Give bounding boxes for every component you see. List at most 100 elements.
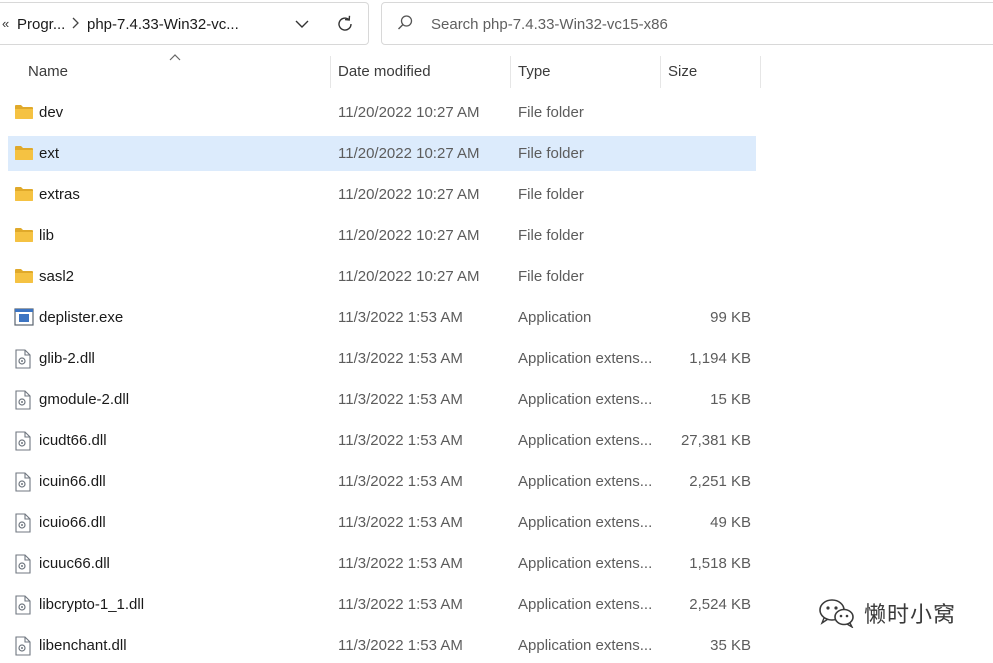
- folder-icon: [14, 103, 34, 123]
- file-name: dev: [39, 104, 64, 121]
- file-date-modified: 11/20/2022 10:27 AM: [338, 104, 480, 121]
- breadcrumb-item-current-folder[interactable]: php-7.4.33-Win32-vc...: [87, 16, 239, 33]
- file-date-modified: 11/3/2022 1:53 AM: [338, 596, 463, 613]
- file-name: glib-2.dll: [39, 350, 95, 367]
- file-row[interactable]: libenchant.dll 11/3/2022 1:53 AM Applicati…: [8, 628, 756, 663]
- file-date-modified: 11/3/2022 1:53 AM: [338, 309, 463, 326]
- file-date-modified: 11/20/2022 10:27 AM: [338, 268, 480, 285]
- file-row[interactable]: libcrypto-1_1.dll 11/3/2022 1:53 AM Applic…: [8, 587, 756, 622]
- file-row[interactable]: dev 11/20/2022 10:27 AM File folder: [8, 95, 756, 130]
- file-name: extras: [39, 186, 80, 203]
- file-size: 1,518 KB: [689, 555, 751, 572]
- dll-file-icon: [14, 513, 34, 533]
- file-row[interactable]: icuin66.dll 11/3/2022 1:53 AM Application …: [8, 464, 756, 499]
- watermark: 懒时小窝: [818, 597, 956, 629]
- file-type: File folder: [518, 268, 584, 285]
- file-type: File folder: [518, 227, 584, 244]
- file-size: 99 KB: [710, 309, 751, 326]
- column-divider[interactable]: [760, 56, 761, 88]
- dll-file-icon: [14, 431, 34, 451]
- file-name: icuuc66.dll: [39, 555, 110, 572]
- file-type: Application extens...: [518, 596, 653, 613]
- file-name: gmodule-2.dll: [39, 391, 130, 408]
- file-type: Application extens...: [518, 473, 653, 490]
- file-size: 15 KB: [710, 391, 751, 408]
- file-row[interactable]: lib 11/20/2022 10:27 AM File folder: [8, 218, 756, 253]
- file-size: 49 KB: [710, 514, 751, 531]
- file-name: lib: [39, 227, 55, 244]
- file-date-modified: 11/20/2022 10:27 AM: [338, 227, 480, 244]
- file-name: libcrypto-1_1.dll: [39, 596, 145, 613]
- dll-file-icon: [14, 349, 34, 369]
- address-bar[interactable]: « Progr... php-7.4.33-Win32-vc...: [0, 2, 369, 45]
- column-header-date-label: Date modified: [338, 62, 431, 80]
- file-row[interactable]: glib-2.dll 11/3/2022 1:53 AM Application e…: [8, 341, 756, 376]
- file-type: Application extens...: [518, 637, 653, 654]
- file-size: 35 KB: [710, 637, 751, 654]
- file-date-modified: 11/3/2022 1:53 AM: [338, 637, 463, 654]
- file-name: deplister.exe: [39, 309, 124, 326]
- folder-icon: [14, 144, 34, 164]
- file-row[interactable]: deplister.exe 11/3/2022 1:53 AM Applicatio…: [8, 300, 756, 335]
- column-header-name-label: Name: [28, 62, 69, 80]
- file-row[interactable]: sasl2 11/20/2022 10:27 AM File folder: [8, 259, 756, 294]
- dll-file-icon: [14, 554, 34, 574]
- column-divider[interactable]: [510, 56, 511, 88]
- search-box[interactable]: Search php-7.4.33-Win32-vc15-x86: [381, 2, 993, 45]
- file-name: sasl2: [39, 268, 75, 285]
- breadcrumb-overflow-button[interactable]: «: [2, 16, 9, 31]
- breadcrumb-item-programs[interactable]: Progr...: [17, 16, 65, 33]
- file-date-modified: 11/3/2022 1:53 AM: [338, 555, 463, 572]
- dll-file-icon: [14, 595, 34, 615]
- breadcrumb-separator-icon[interactable]: [70, 15, 80, 34]
- folder-icon: [14, 226, 34, 246]
- dll-file-icon: [14, 472, 34, 492]
- file-size: 2,524 KB: [689, 596, 751, 613]
- file-type: File folder: [518, 186, 584, 203]
- chevron-down-icon[interactable]: [289, 11, 315, 37]
- column-divider[interactable]: [660, 56, 661, 88]
- file-date-modified: 11/20/2022 10:27 AM: [338, 186, 480, 203]
- refresh-icon[interactable]: [332, 11, 358, 37]
- file-name: icudt66.dll: [39, 432, 107, 449]
- search-icon: [396, 14, 414, 37]
- folder-icon: [14, 185, 34, 205]
- file-row[interactable]: ext 11/20/2022 10:27 AM File folder: [8, 136, 756, 171]
- file-date-modified: 11/3/2022 1:53 AM: [338, 473, 463, 490]
- file-row[interactable]: icudt66.dll 11/3/2022 1:53 AM Application …: [8, 423, 756, 458]
- file-type: Application extens...: [518, 350, 653, 367]
- wechat-icon: [819, 599, 854, 628]
- column-header-name[interactable]: Name: [28, 52, 328, 90]
- file-type: Application extens...: [518, 391, 653, 408]
- watermark-text: 懒时小窝: [864, 603, 957, 628]
- file-date-modified: 11/3/2022 1:53 AM: [338, 350, 463, 367]
- dll-file-icon: [14, 390, 34, 410]
- file-type: Application: [518, 309, 592, 326]
- search-input[interactable]: Search php-7.4.33-Win32-vc15-x86: [431, 16, 668, 33]
- file-row[interactable]: gmodule-2.dll 11/3/2022 1:53 AM Applicatio…: [8, 382, 756, 417]
- column-header-size[interactable]: Size: [668, 52, 758, 90]
- file-type: File folder: [518, 104, 584, 121]
- file-name: icuio66.dll: [39, 514, 106, 531]
- file-size: 2,251 KB: [689, 473, 751, 490]
- file-name: ext: [39, 145, 60, 162]
- file-date-modified: 11/20/2022 10:27 AM: [338, 145, 480, 162]
- column-header-type[interactable]: Type: [518, 52, 658, 90]
- file-name: libenchant.dll: [39, 637, 127, 654]
- folder-icon: [14, 267, 34, 287]
- file-row[interactable]: extras 11/20/2022 10:27 AM File folder: [8, 177, 756, 212]
- file-size: 27,381 KB: [680, 432, 751, 449]
- column-header-type-label: Type: [518, 62, 551, 80]
- dll-file-icon: [14, 636, 34, 656]
- file-date-modified: 11/3/2022 1:53 AM: [338, 432, 463, 449]
- file-size: 1,194 KB: [689, 350, 751, 367]
- file-date-modified: 11/3/2022 1:53 AM: [338, 514, 463, 531]
- file-date-modified: 11/3/2022 1:53 AM: [338, 391, 463, 408]
- column-header-size-label: Size: [668, 62, 698, 80]
- file-type: Application extens...: [518, 555, 653, 572]
- column-header-date-modified[interactable]: Date modified: [338, 52, 508, 90]
- file-row[interactable]: icuio66.dll 11/3/2022 1:53 AM Application …: [8, 505, 756, 540]
- file-type: Application extens...: [518, 432, 653, 449]
- file-row[interactable]: icuuc66.dll 11/3/2022 1:53 AM Application …: [8, 546, 756, 581]
- column-divider[interactable]: [330, 56, 331, 88]
